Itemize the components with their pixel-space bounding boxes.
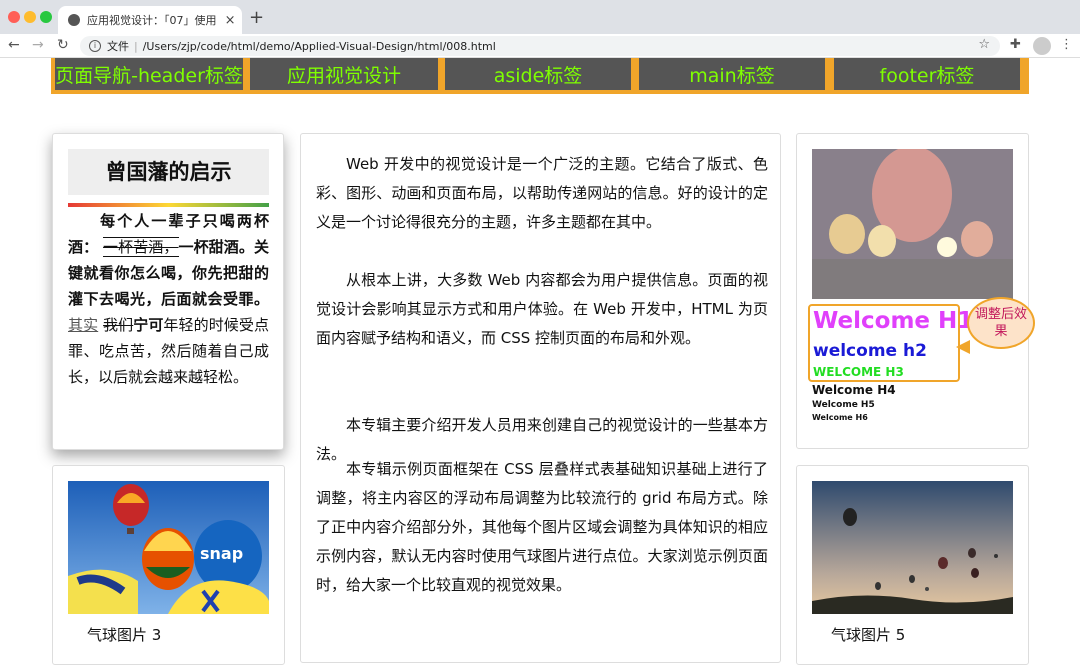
- quote-strike-bitter: 一杯苦酒，: [103, 237, 179, 257]
- caption-5: 气球图片 5: [831, 626, 906, 644]
- reload-icon[interactable]: ↻: [57, 37, 69, 53]
- header-nav: 页面导航-header标签 应用视觉设计 aside标签 main标签 foot…: [51, 58, 1029, 94]
- balloon-image-5: [812, 481, 1013, 614]
- gradient-divider: [68, 203, 269, 207]
- tab-close-icon[interactable]: ×: [224, 13, 236, 28]
- heading-h1: Welcome H1: [813, 308, 974, 334]
- close-window-icon[interactable]: [8, 11, 20, 23]
- browser-tab[interactable]: 应用视觉设计：「07」使用 text ×: [58, 6, 242, 34]
- address-bar: ← → ↻ i 文件 | /Users/zjp/code/html/demo/A…: [0, 34, 1080, 58]
- image-card-5: 气球图片 5: [796, 465, 1029, 665]
- heading-h5: Welcome H5: [812, 400, 875, 410]
- file-label: 文件: [107, 40, 129, 53]
- quote-underline: 其实: [68, 316, 99, 334]
- nav-item-visual-design[interactable]: 应用视觉设计: [250, 58, 438, 90]
- globe-icon: [68, 14, 80, 26]
- quote-text: 每个人一辈子只喝两杯酒： 一杯苦酒，一杯甜酒。关键就看你怎么喝，你先把甜的灌下去…: [68, 208, 269, 390]
- nav-item-footer[interactable]: footer标签: [834, 58, 1020, 90]
- main-content: Web 开发中的视觉设计是一个广泛的主题。它结合了版式、色彩、图形、动画和页面布…: [300, 133, 781, 663]
- main-paragraph-1: Web 开发中的视觉设计是一个广泛的主题。它结合了版式、色彩、图形、动画和页面布…: [316, 155, 768, 231]
- forward-icon[interactable]: →: [32, 37, 44, 53]
- quote-plain: 年轻的时候受点罪、吃点苦，然后随着自己成长，以后就会越来越轻松。: [68, 316, 269, 386]
- night-balloon-image: [812, 149, 1013, 299]
- heading-h2: welcome h2: [813, 341, 927, 361]
- quote-strike: 我们: [103, 316, 134, 334]
- quote-bold-3: 宁可: [133, 316, 164, 334]
- nav-item-aside[interactable]: aside标签: [445, 58, 631, 90]
- quote-title: 曾国藩的启示: [68, 149, 269, 195]
- url-text: /Users/zjp/code/html/demo/Applied-Visual…: [142, 39, 496, 53]
- nav-item-header[interactable]: 页面导航-header标签: [55, 58, 243, 90]
- balloon-image-3: snap: [68, 481, 269, 614]
- url-field[interactable]: i 文件 | /Users/zjp/code/html/demo/Applied…: [80, 36, 1000, 56]
- back-icon[interactable]: ←: [8, 37, 20, 53]
- balloon-snap-label: snap: [200, 544, 243, 563]
- nav-item-main[interactable]: main标签: [639, 58, 825, 90]
- url-separator: |: [134, 39, 138, 53]
- bookmark-star-icon[interactable]: ☆: [978, 37, 990, 52]
- quote-card: 曾国藩的启示 每个人一辈子只喝两杯酒： 一杯苦酒，一杯甜酒。关键就看你怎么喝，你…: [52, 133, 284, 450]
- heading-h3: WELCOME H3: [813, 365, 904, 379]
- adjusted-headings-box: Welcome H1 welcome h2 WELCOME H3: [808, 304, 973, 382]
- minimize-window-icon[interactable]: [24, 11, 36, 23]
- main-paragraph-4: 本专辑示例页面框架在 CSS 层叠样式表基础知识基础上进行了调整，将主内容区的浮…: [316, 460, 768, 594]
- menu-kebab-icon[interactable]: ⋮: [1060, 37, 1073, 52]
- image-card-3: snap 气球图片 3: [52, 465, 285, 665]
- heading-h6: Welcome H6: [812, 413, 868, 422]
- browser-tab-bar: 应用视觉设计：「07」使用 text × +: [0, 0, 1080, 34]
- speech-bubble: 调整后效果: [967, 297, 1035, 349]
- profile-avatar[interactable]: [1033, 37, 1051, 55]
- main-paragraph-2: 从根本上讲，大多数 Web 内容都会为用户提供信息。页面的视觉设计会影响其显示方…: [316, 271, 768, 347]
- heading-h4: Welcome H4: [812, 383, 896, 397]
- new-tab-button[interactable]: +: [249, 7, 264, 28]
- tab-title: 应用视觉设计：「07」使用 text: [87, 14, 218, 27]
- maximize-window-icon[interactable]: [40, 11, 52, 23]
- extensions-icon[interactable]: ✚: [1010, 37, 1021, 52]
- info-icon[interactable]: i: [89, 40, 101, 52]
- caption-3: 气球图片 3: [87, 626, 162, 644]
- speech-bubble-tail: [956, 340, 970, 354]
